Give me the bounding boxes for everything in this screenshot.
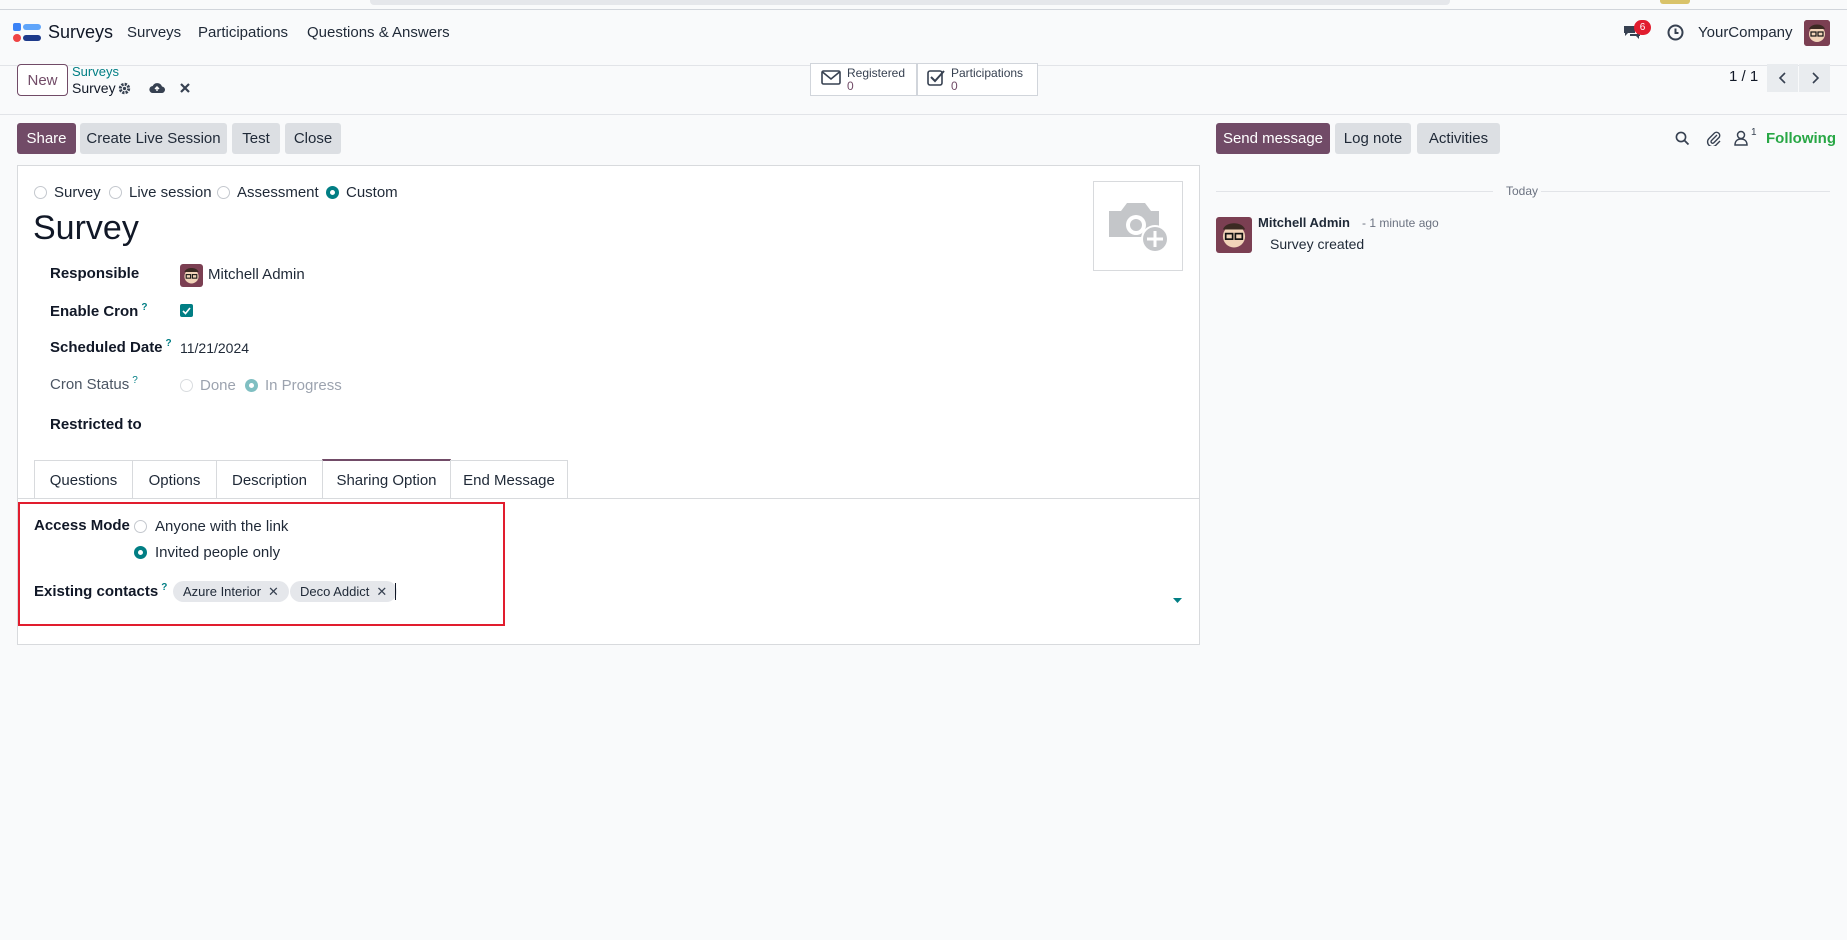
- radio-circle: [217, 186, 230, 199]
- share-button[interactable]: Share: [17, 123, 76, 154]
- new-button[interactable]: New: [17, 64, 68, 96]
- chevron-right-icon: [1811, 72, 1819, 84]
- search-icon[interactable]: [1675, 131, 1690, 150]
- survey-title[interactable]: Survey: [33, 209, 139, 248]
- message-timestamp: - 1 minute ago: [1362, 216, 1439, 230]
- registered-value: 0: [847, 78, 854, 93]
- messages-badge: 6: [1634, 20, 1651, 35]
- radio-circle-selected: [326, 186, 339, 199]
- responsible-avatar: [180, 264, 203, 287]
- tab-description[interactable]: Description: [216, 460, 323, 499]
- paperclip-icon[interactable]: [1706, 130, 1721, 150]
- create-live-session-button[interactable]: Create Live Session: [80, 123, 227, 154]
- nav-divider: [0, 9, 1847, 10]
- message-body: Survey created: [1270, 236, 1365, 252]
- enable-cron-checkbox[interactable]: [180, 304, 193, 317]
- app-brand[interactable]: Surveys: [48, 22, 113, 43]
- pager-next-button[interactable]: [1799, 64, 1830, 92]
- responsible-label: Responsible: [50, 265, 140, 282]
- activity-clock-icon[interactable]: [1667, 24, 1684, 45]
- type-survey-label: Survey: [54, 184, 101, 201]
- day-divider-right: [1541, 191, 1830, 192]
- message-author[interactable]: Mitchell Admin: [1258, 215, 1350, 230]
- participations-stat-button[interactable]: Participations 0: [917, 63, 1038, 96]
- help-tooltip-icon[interactable]: ?: [166, 338, 172, 349]
- close-button[interactable]: Close: [285, 123, 341, 154]
- cron-status-in-progress-label: In Progress: [265, 377, 342, 394]
- type-radio-survey[interactable]: Survey: [34, 184, 101, 201]
- test-button[interactable]: Test: [232, 123, 280, 154]
- scheduled-date-label: Scheduled Date?: [50, 338, 172, 356]
- chevron-left-icon: [1778, 72, 1786, 84]
- pager-previous-button[interactable]: [1767, 64, 1798, 92]
- radio-circle: [34, 186, 47, 199]
- browser-indicator: [1660, 0, 1690, 4]
- cron-status-done-label: Done: [200, 377, 236, 394]
- followers-count: 1: [1751, 127, 1757, 138]
- scheduled-date-value[interactable]: 11/21/2024: [180, 340, 249, 356]
- browser-address-strip: [370, 0, 1450, 5]
- log-note-button[interactable]: Log note: [1335, 123, 1411, 154]
- cron-status-done: Done: [180, 377, 236, 394]
- responsible-value[interactable]: Mitchell Admin: [208, 266, 305, 283]
- enable-cron-text: Enable Cron: [50, 303, 139, 320]
- cron-status-text: Cron Status: [50, 376, 130, 393]
- registered-label: Registered: [847, 65, 906, 80]
- radio-circle: [109, 186, 122, 199]
- radio-circle: [180, 379, 193, 392]
- menu-surveys[interactable]: Surveys: [127, 24, 181, 41]
- help-tooltip-icon[interactable]: ?: [141, 302, 147, 313]
- message-author-avatar[interactable]: [1216, 217, 1252, 253]
- camera-add-icon: [1109, 203, 1169, 253]
- day-separator: Today: [1506, 184, 1539, 198]
- breadcrumb-current: Survey: [72, 80, 116, 96]
- activities-button[interactable]: Activities: [1417, 123, 1500, 154]
- menu-questions-answers[interactable]: Questions & Answers: [307, 24, 450, 41]
- enable-cron-label: Enable Cron?: [50, 302, 147, 320]
- checkbox-icon: [927, 69, 945, 90]
- help-tooltip-icon[interactable]: ?: [132, 375, 138, 386]
- control-panel-divider: [0, 114, 1847, 115]
- following-button[interactable]: Following: [1766, 130, 1836, 147]
- type-assessment-label: Assessment: [237, 184, 319, 201]
- breadcrumb-surveys[interactable]: Surveys: [72, 64, 119, 79]
- user-avatar[interactable]: [1804, 20, 1830, 46]
- radio-circle-selected: [245, 379, 258, 392]
- participations-label: Participations: [951, 65, 1024, 80]
- tab-questions[interactable]: Questions: [34, 460, 133, 499]
- followers-icon[interactable]: [1734, 130, 1748, 150]
- discard-close-icon[interactable]: [179, 81, 191, 98]
- tabs-baseline: [18, 498, 1199, 499]
- participations-value: 0: [951, 78, 958, 93]
- dropdown-caret-icon[interactable]: [1173, 591, 1182, 608]
- pager-value[interactable]: 1 / 1: [1729, 68, 1758, 85]
- check-icon: [182, 306, 191, 315]
- tab-options[interactable]: Options: [132, 460, 217, 499]
- envelope-icon: [821, 70, 841, 89]
- menu-participations[interactable]: Participations: [198, 24, 288, 41]
- gear-icon[interactable]: [118, 82, 131, 99]
- highlight-box: [18, 502, 505, 626]
- cron-status-label: Cron Status?: [50, 375, 138, 393]
- type-radio-custom[interactable]: Custom: [326, 184, 398, 201]
- cron-status-in-progress: In Progress: [245, 377, 342, 394]
- survey-image-upload[interactable]: [1093, 181, 1183, 271]
- scheduled-date-text: Scheduled Date: [50, 339, 163, 356]
- restricted-to-label: Restricted to: [50, 416, 142, 433]
- send-message-button[interactable]: Send message: [1216, 123, 1330, 154]
- cloud-save-icon[interactable]: [149, 81, 166, 98]
- type-radio-live-session[interactable]: Live session: [109, 184, 212, 201]
- type-radio-assessment[interactable]: Assessment: [217, 184, 319, 201]
- registered-stat-button[interactable]: Registered 0: [810, 63, 917, 96]
- company-switcher[interactable]: YourCompany: [1698, 24, 1793, 41]
- type-live-session-label: Live session: [129, 184, 212, 201]
- surveys-app-icon[interactable]: [13, 23, 41, 43]
- tab-sharing-option[interactable]: Sharing Option: [322, 459, 451, 499]
- tab-end-message[interactable]: End Message: [450, 460, 568, 499]
- day-divider-left: [1216, 191, 1493, 192]
- type-custom-label: Custom: [346, 184, 398, 201]
